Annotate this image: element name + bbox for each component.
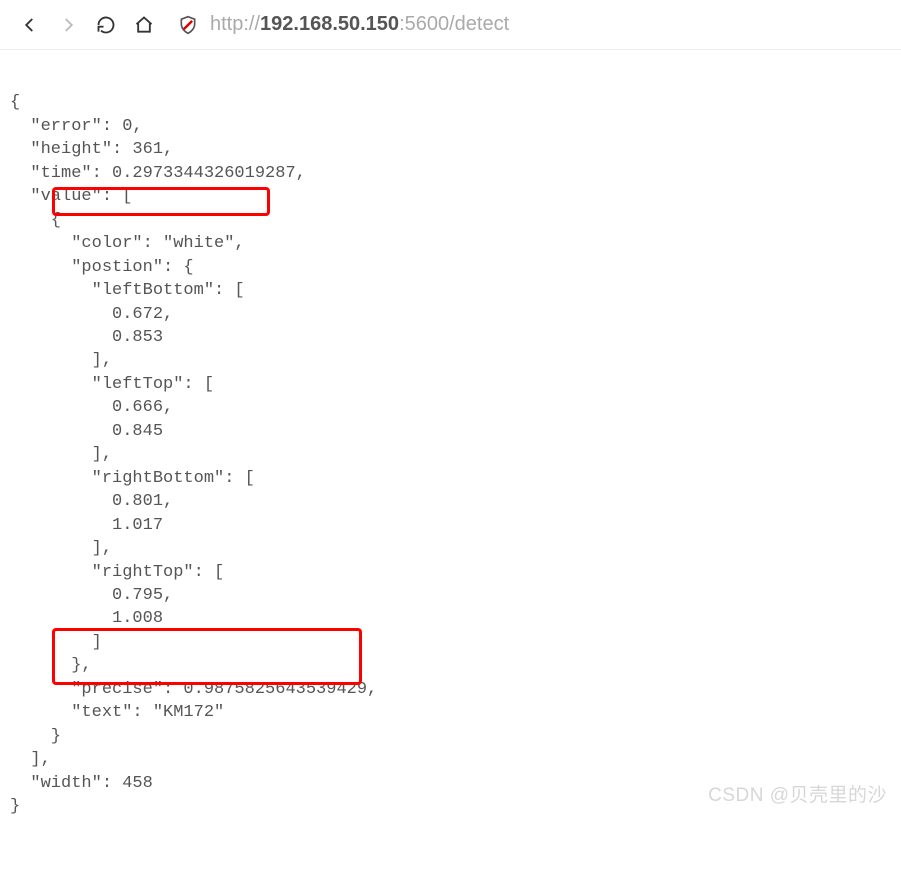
address-bar[interactable]: http://192.168.50.150:5600/detect	[178, 13, 881, 36]
shield-icon	[178, 15, 198, 35]
json-line: ],	[10, 539, 112, 558]
json-line: ]	[10, 633, 102, 652]
url-text: http://192.168.50.150:5600/detect	[210, 13, 509, 36]
back-button[interactable]	[20, 15, 40, 35]
json-line: ″value″: [	[10, 187, 132, 206]
json-line: }	[10, 727, 61, 746]
json-line: ″precise″: 0.9875825643539429,	[10, 680, 377, 699]
json-line: ],	[10, 445, 112, 464]
json-line: ″postion″: {	[10, 258, 194, 277]
home-button[interactable]	[134, 15, 154, 35]
json-line: 1.017	[10, 516, 163, 535]
watermark: CSDN @贝壳里的沙	[708, 780, 887, 807]
json-line: 0.853	[10, 328, 163, 347]
json-line: 0.845	[10, 422, 163, 441]
json-line: ″height″: 361,	[10, 140, 173, 159]
json-line: ″text″: ″KM172″	[10, 703, 224, 722]
json-line: ″color″: ″white″,	[10, 234, 245, 253]
reload-button[interactable]	[96, 15, 116, 35]
json-line: 0.795,	[10, 586, 173, 605]
browser-toolbar: http://192.168.50.150:5600/detect	[0, 0, 901, 50]
json-line: 0.666,	[10, 398, 173, 417]
json-line: {	[10, 211, 61, 230]
json-line: ″rightTop″: [	[10, 563, 224, 582]
json-line: ″rightBottom″: [	[10, 469, 255, 488]
json-line: 1.008	[10, 609, 163, 628]
json-line: },	[10, 656, 92, 675]
json-line: }	[10, 797, 20, 816]
json-line: ],	[10, 351, 112, 370]
json-line: 0.672,	[10, 305, 173, 324]
json-line: 0.801,	[10, 492, 173, 511]
json-response-body: { ″error″: 0, ″height″: 361, ″time″: 0.2…	[0, 50, 901, 883]
json-line: ″leftTop″: [	[10, 375, 214, 394]
json-line: {	[10, 93, 20, 112]
json-line: ],	[10, 750, 51, 769]
json-line: ″time″: 0.2973344326019287,	[10, 164, 306, 183]
forward-button[interactable]	[58, 15, 78, 35]
json-line: ″width″: 458	[10, 774, 153, 793]
json-line: ″error″: 0,	[10, 117, 143, 136]
json-line: ″leftBottom″: [	[10, 281, 245, 300]
